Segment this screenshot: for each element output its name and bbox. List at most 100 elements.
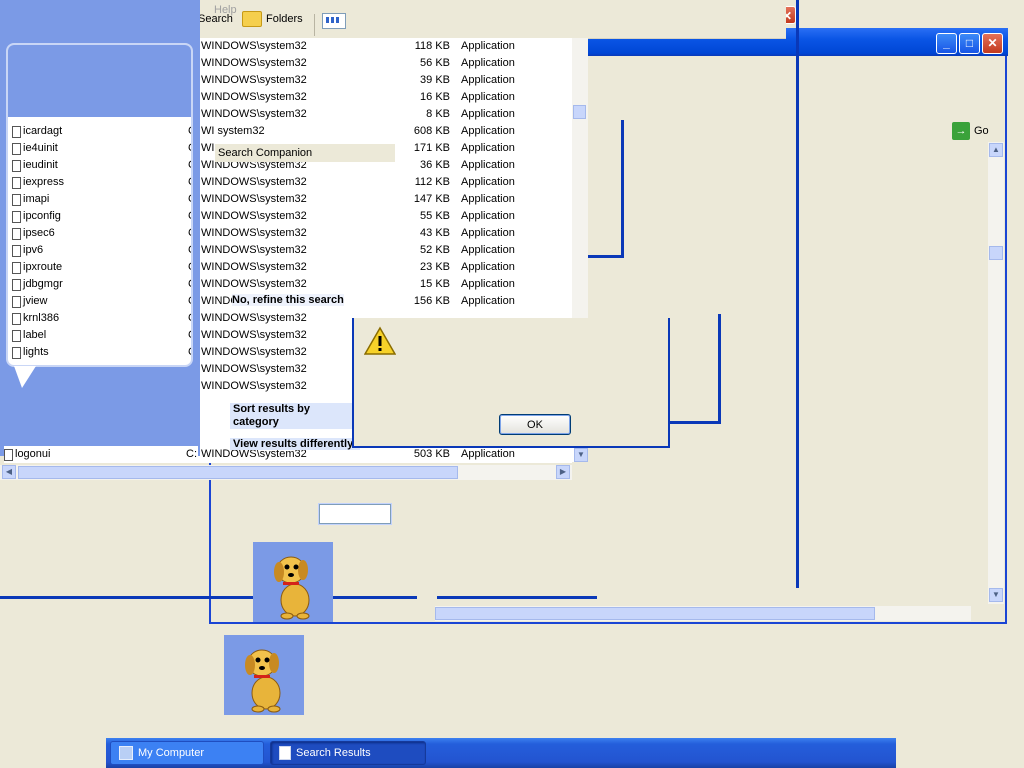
list-item-location: C	[188, 276, 191, 293]
list-item[interactable]: ie4uinit C	[12, 140, 191, 157]
row-type: Application	[461, 159, 515, 171]
row-type: Application	[461, 91, 515, 103]
table-row[interactable]: WINDOWS\system32 147 KB Application	[198, 191, 570, 208]
close-button[interactable]: ✕	[982, 33, 1003, 54]
list-item[interactable]: ipsec6 C	[12, 225, 191, 242]
bottom-horizontal-scrollbar[interactable]	[435, 606, 971, 621]
list-item[interactable]: lights C	[12, 344, 191, 361]
list-item-name: logonui	[15, 448, 51, 460]
scroll-down-button[interactable]: ▼	[574, 448, 588, 462]
list-item[interactable]: icardagt C	[12, 123, 191, 140]
computer-icon	[119, 746, 133, 760]
text-input[interactable]	[319, 504, 391, 524]
row-path: WINDOWS\system32	[201, 312, 307, 324]
list-item[interactable]: iexpress C	[12, 174, 191, 191]
go-label: Go	[974, 125, 989, 137]
row-size: 43 KB	[420, 227, 450, 239]
row-type: Application	[461, 40, 515, 52]
list-item-name: ie4uinit	[23, 142, 58, 154]
dog-icon	[274, 556, 310, 620]
table-row[interactable]: WINDOWS\system32 8 KB Application	[198, 106, 570, 123]
list-item-location: C	[188, 225, 191, 242]
table-row[interactable]: WINDOWS\system32 16 KB Application	[198, 89, 570, 106]
row-type: Application	[461, 74, 515, 86]
ok-button[interactable]: OK	[499, 414, 571, 435]
list-item[interactable]: ipconfig C	[12, 208, 191, 225]
list-item[interactable]: imapi C	[12, 191, 191, 208]
row-type: Application	[461, 193, 515, 205]
row-size: 118 KB	[414, 40, 450, 52]
search-results-icon	[279, 746, 291, 760]
table-row[interactable]: WINDOWS\system32 118 KB Application	[198, 38, 570, 55]
table-row[interactable]: WINDOWS\system32 43 KB Application	[198, 225, 570, 242]
table-row[interactable]: WINDOWS\system32 56 KB Application	[198, 55, 570, 72]
application-icon	[12, 193, 21, 206]
scroll-down-button[interactable]: ▼	[989, 588, 1003, 602]
row-size: 156 KB	[413, 295, 450, 307]
search-button[interactable]: Search	[198, 13, 233, 25]
scroll-thumb[interactable]	[573, 105, 586, 119]
row-type: Application	[461, 227, 515, 239]
list-item[interactable]: label C	[12, 327, 191, 344]
row-path: WINDOWS\system32	[201, 363, 307, 375]
table-row[interactable]: WINDOWS\system32 55 KB Application	[198, 208, 570, 225]
row-type: Application	[461, 176, 515, 188]
list-item-name: krnl386	[23, 312, 60, 324]
minimize-button[interactable]: _	[936, 33, 957, 54]
application-icon	[12, 210, 21, 223]
dog-icon	[245, 649, 281, 713]
list-item[interactable]: krnl386 C	[12, 310, 191, 327]
file-list-vertical-scrollbar[interactable]	[572, 38, 588, 318]
application-icon	[12, 142, 21, 155]
list-item[interactable]: jview C	[12, 293, 191, 310]
row-size: 171 KB	[413, 142, 450, 154]
sort-results-link[interactable]: Sort results by category	[230, 403, 360, 429]
scroll-thumb[interactable]	[989, 246, 1003, 260]
scroll-right-button[interactable]: ▶	[556, 465, 570, 479]
row-path: WINDOWS\system32	[201, 108, 307, 120]
row-size: 56 KB	[420, 57, 450, 69]
folders-button[interactable]: Folders	[242, 11, 303, 27]
list-item[interactable]: jdbgmgr C	[12, 276, 191, 293]
row-path: WINDOWS\system32	[201, 210, 307, 222]
balloon-tail	[14, 366, 36, 388]
list-item-location: C	[188, 293, 191, 310]
horizontal-scrollbar[interactable]: ◀ ▶	[0, 465, 572, 480]
table-row[interactable]: WI system32 608 KB Application	[198, 123, 570, 140]
list-item[interactable]: ipv6 C	[12, 242, 191, 259]
table-row[interactable]: WINDOWS\system32 112 KB Application	[198, 174, 570, 191]
table-row[interactable]: WINDOWS\system32 39 KB Application	[198, 72, 570, 89]
scroll-thumb[interactable]	[435, 607, 875, 620]
list-item-name: icardagt	[23, 125, 63, 137]
application-icon	[12, 261, 21, 274]
views-icon[interactable]	[322, 13, 346, 29]
right-pane-scrollbar[interactable]: ▲ ▼	[988, 142, 1004, 604]
search-assistant-dog[interactable]	[253, 542, 333, 622]
list-item-name: ipxroute	[23, 261, 63, 273]
view-results-link[interactable]: View results differently	[230, 438, 360, 450]
scroll-left-button[interactable]: ◀	[2, 465, 16, 479]
list-item-name: jdbgmgr	[23, 278, 63, 290]
list-item[interactable]: ieudinit C	[12, 157, 191, 174]
scroll-thumb[interactable]	[18, 466, 458, 479]
list-item[interactable]: logonui C:	[4, 446, 198, 463]
search-assistant-dog[interactable]	[224, 635, 304, 715]
go-button[interactable]: → Go	[952, 122, 989, 140]
folders-label: Folders	[266, 13, 303, 25]
refine-search-link[interactable]: No, refine this search	[232, 294, 344, 306]
list-item-name: ipv6	[23, 244, 44, 256]
list-item-location: C	[188, 327, 191, 344]
table-row[interactable]: WINDOWS\system32 52 KB Application	[198, 242, 570, 259]
taskbar-button-my-computer[interactable]: My Computer	[110, 741, 264, 765]
close-icon: ✕	[987, 36, 998, 50]
taskbar-button-search-results[interactable]: Search Results	[270, 741, 426, 765]
table-row[interactable]: WINDOWS\system32 15 KB Application	[198, 276, 570, 293]
list-item-location: C	[188, 123, 191, 140]
list-item[interactable]: ipxroute C	[12, 259, 191, 276]
maximize-button[interactable]: □	[959, 33, 980, 54]
table-row[interactable]: WINDOWS\system32 23 KB Application	[198, 259, 570, 276]
row-size: 52 KB	[420, 244, 450, 256]
taskbar: My Computer Search Results	[106, 738, 896, 768]
scroll-up-button[interactable]: ▲	[989, 143, 1003, 157]
taskbar-label: My Computer	[138, 747, 205, 759]
